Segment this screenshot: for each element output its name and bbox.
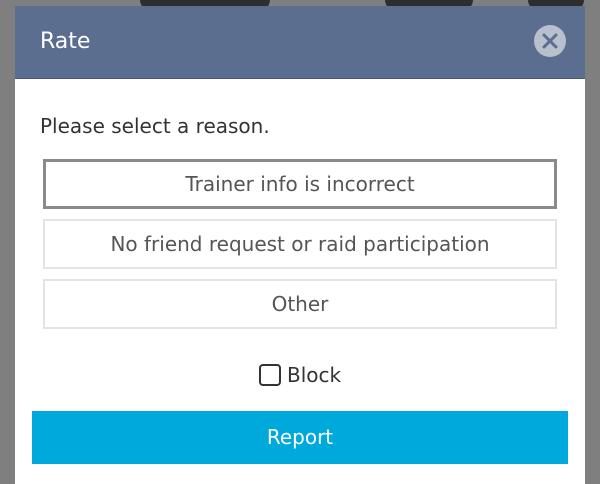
- rate-dialog: Rate Please select a reason. Trainer inf…: [15, 6, 585, 484]
- dialog-header: Rate: [15, 6, 585, 79]
- reason-option-other[interactable]: Other: [43, 279, 557, 329]
- reason-option-no-friend-request[interactable]: No friend request or raid participation: [43, 219, 557, 269]
- close-button[interactable]: [534, 25, 566, 57]
- reason-prompt: Please select a reason.: [40, 114, 270, 138]
- reason-option-trainer-info[interactable]: Trainer info is incorrect: [43, 159, 557, 209]
- block-checkbox[interactable]: [259, 364, 281, 386]
- close-icon: [542, 33, 558, 49]
- dialog-title: Rate: [40, 29, 91, 54]
- report-button[interactable]: Report: [32, 411, 568, 464]
- block-label[interactable]: Block: [287, 361, 341, 389]
- block-row[interactable]: Block: [259, 361, 341, 389]
